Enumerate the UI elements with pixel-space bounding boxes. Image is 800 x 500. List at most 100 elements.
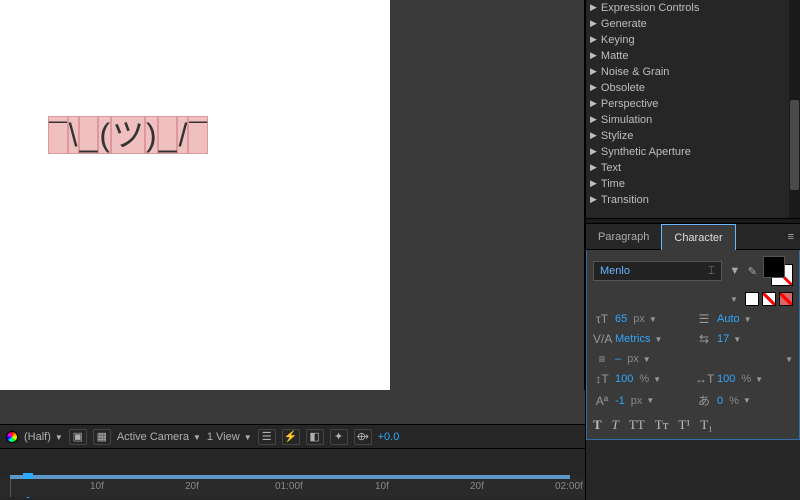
effects-category[interactable]: ▶Obsolete	[586, 80, 800, 96]
character-panel: ⌶ ▼ ✎ ▼ τT 65 px ▼ ☰	[587, 250, 799, 439]
ruler-tick: 02:00f	[555, 481, 583, 492]
effects-category[interactable]: ▶Matte	[586, 48, 800, 64]
disclosure-triangle-icon: ▶	[590, 18, 597, 29]
tsume-value[interactable]: 0	[717, 395, 723, 407]
swatch-white[interactable]	[745, 292, 759, 306]
type-style-buttons: T T TT Tᴛ T¹ T₁	[593, 415, 793, 433]
guides-icon[interactable]: ☰	[258, 429, 276, 445]
effects-category[interactable]: ▶Noise & Grain	[586, 64, 800, 80]
stroke-options-dropdown[interactable]: ▼	[785, 355, 793, 364]
color-management-icon[interactable]	[6, 431, 18, 443]
effects-category[interactable]: ▶Expression Controls	[586, 0, 800, 16]
superscript-button[interactable]: T¹	[678, 417, 690, 433]
effects-category[interactable]: ▶Stylize	[586, 128, 800, 144]
effects-presets-list[interactable]: ▶Expression Controls ▶Generate ▶Keying ▶…	[586, 0, 800, 218]
effects-category[interactable]: ▶Keying	[586, 32, 800, 48]
resolution-dropdown[interactable]: (Half)▼	[24, 431, 63, 443]
scrollbar[interactable]	[789, 0, 800, 218]
text-layer-shrug[interactable]: ¯\_(ツ)_/¯	[48, 116, 208, 154]
chevron-down-icon[interactable]: ▼	[643, 355, 651, 364]
disclosure-triangle-icon: ▶	[590, 130, 597, 141]
horizontal-scale-value[interactable]: 100	[717, 373, 735, 385]
effects-category[interactable]: ▶Synthetic Aperture	[586, 144, 800, 160]
disclosure-triangle-icon: ▶	[590, 146, 597, 157]
disclosure-triangle-icon: ▶	[590, 194, 597, 205]
kerning-value[interactable]: Metrics	[615, 333, 650, 345]
disclosure-triangle-icon: ▶	[590, 98, 597, 109]
tracking-icon: ⇆	[695, 332, 713, 346]
font-family-text[interactable]	[600, 265, 708, 277]
text-cursor-icon: ⌶	[708, 265, 715, 278]
leading-value[interactable]: Auto	[717, 313, 740, 325]
snapshot-icon[interactable]: ✦	[330, 429, 348, 445]
vertical-scale-value[interactable]: 100	[615, 373, 633, 385]
effects-category[interactable]: ▶Simulation	[586, 112, 800, 128]
tab-character[interactable]: Character	[661, 224, 735, 250]
horizontal-scale-icon: ↔T	[695, 372, 713, 386]
kerning-icon: V/A	[593, 332, 611, 346]
small-caps-button[interactable]: Tᴛ	[655, 417, 669, 433]
render-icon[interactable]: ⟴	[354, 429, 372, 445]
panel-tabs: Paragraph Character ≡	[586, 224, 800, 250]
time-ruler[interactable]: 10f 20f 01:00f 10f 20f 02:00f	[0, 479, 585, 497]
vertical-scale-icon: ↕T	[593, 372, 611, 386]
tsume-icon: あ	[695, 392, 713, 409]
font-dropdown-icon[interactable]: ▼	[728, 265, 742, 277]
faux-italic-button[interactable]: T	[612, 417, 619, 433]
baseline-shift-value[interactable]: -1	[615, 395, 625, 407]
effects-category[interactable]: ▶Transition	[586, 192, 800, 208]
roi-icon[interactable]: ▣	[69, 429, 87, 445]
font-size-icon: τT	[593, 312, 611, 326]
disclosure-triangle-icon: ▶	[590, 178, 597, 189]
subscript-button[interactable]: T₁	[700, 417, 712, 433]
chevron-down-icon[interactable]: ▼	[653, 375, 661, 384]
chevron-down-icon[interactable]: ▼	[733, 335, 741, 344]
all-caps-button[interactable]: TT	[629, 417, 645, 433]
ruler-tick: 01:00f	[275, 481, 303, 492]
panel-menu-icon[interactable]: ≡	[788, 231, 794, 243]
font-family-input[interactable]: ⌶	[593, 261, 722, 281]
stroke-width-value[interactable]: –	[615, 353, 621, 365]
viewer-toolbar: (Half)▼ ▣ ▦ Active Camera▼ 1 View▼ ☰ ⚡ ◧…	[0, 424, 585, 448]
tracking-value[interactable]: 17	[717, 333, 729, 345]
chevron-down-icon[interactable]: ▼	[654, 335, 662, 344]
ruler-tick: 20f	[185, 481, 199, 492]
baseline-shift-icon: Aª	[593, 394, 611, 408]
ruler-tick: 10f	[375, 481, 389, 492]
disclosure-triangle-icon: ▶	[590, 162, 597, 173]
transparency-grid-icon[interactable]: ▦	[93, 429, 111, 445]
composition-viewer[interactable]: ¯\_(ツ)_/¯	[0, 0, 390, 390]
views-dropdown[interactable]: 1 View▼	[207, 431, 252, 443]
disclosure-triangle-icon: ▶	[590, 66, 597, 77]
font-size-value[interactable]: 65	[615, 313, 627, 325]
stroke-width-icon: ≡	[593, 352, 611, 366]
disclosure-triangle-icon: ▶	[590, 50, 597, 61]
eyedropper-icon[interactable]: ✎	[748, 265, 757, 278]
chevron-down-icon[interactable]: ▼	[646, 396, 654, 405]
ruler-tick: 10f	[90, 481, 104, 492]
tab-paragraph[interactable]: Paragraph	[586, 224, 661, 250]
chevron-down-icon[interactable]: ▼	[755, 375, 763, 384]
effects-category[interactable]: ▶Perspective	[586, 96, 800, 112]
ruler-tick: 20f	[470, 481, 484, 492]
camera-dropdown[interactable]: Active Camera▼	[117, 431, 201, 443]
effects-category[interactable]: ▶Time	[586, 176, 800, 192]
chevron-down-icon[interactable]: ▼	[649, 315, 657, 324]
disclosure-triangle-icon: ▶	[590, 2, 597, 13]
font-style-dropdown[interactable]: ▼	[727, 295, 741, 304]
faux-bold-button[interactable]: T	[593, 417, 602, 433]
chevron-down-icon[interactable]: ▼	[743, 396, 751, 405]
disclosure-triangle-icon: ▶	[590, 34, 597, 45]
chevron-down-icon[interactable]: ▼	[744, 315, 752, 324]
swatch-none[interactable]	[762, 292, 776, 306]
timeline-panel[interactable]: 10f 20f 01:00f 10f 20f 02:00f	[0, 448, 585, 500]
reset-exposure-icon[interactable]: ◧	[306, 429, 324, 445]
channel-icon[interactable]: ⚡	[282, 429, 300, 445]
fill-stroke-swatch[interactable]	[763, 256, 793, 286]
disclosure-triangle-icon: ▶	[590, 82, 597, 93]
swatch-stroke-none[interactable]	[779, 292, 793, 306]
leading-icon: ☰	[695, 312, 713, 326]
exposure-value[interactable]: +0.0	[378, 431, 400, 443]
effects-category[interactable]: ▶Generate	[586, 16, 800, 32]
effects-category[interactable]: ▶Text	[586, 160, 800, 176]
